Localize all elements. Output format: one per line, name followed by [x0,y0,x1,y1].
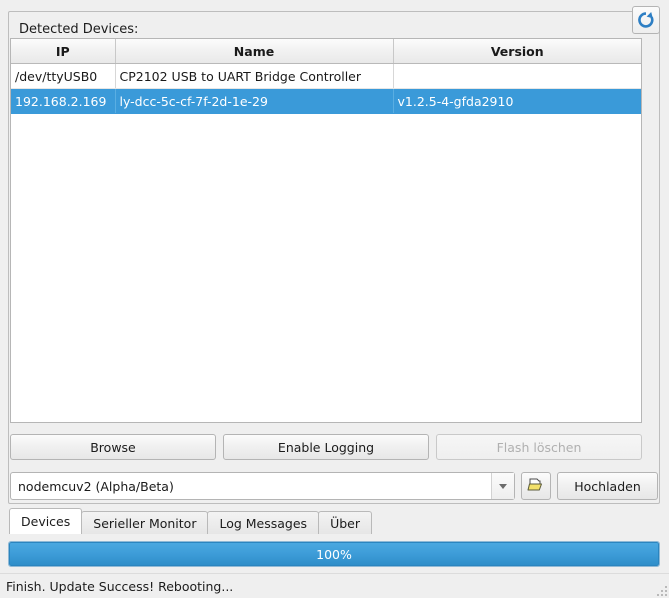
open-file-button[interactable] [521,472,551,500]
cell-version [393,63,641,89]
table-header-row: IP Name Version [11,39,641,64]
action-button-row: Browse Enable Logging Flash löschen [10,434,642,460]
column-header-version[interactable]: Version [393,39,641,64]
open-folder-icon [527,476,545,497]
browse-button[interactable]: Browse [10,434,216,460]
column-header-ip[interactable]: IP [11,39,116,64]
cell-ip: /dev/ttyUSB0 [11,63,116,89]
chevron-down-icon[interactable] [491,473,514,499]
tab-serieller-monitor[interactable]: Serieller Monitor [81,511,209,534]
cell-ip: 192.168.2.169 [11,88,116,114]
board-combobox-value: nodemcuv2 (Alpha/Beta) [18,478,174,494]
cell-version: v1.2.5-4-gfda2910 [393,88,641,114]
progress-bar-label: 100% [316,546,352,562]
progress-bar: 100% [8,541,660,567]
status-message: Finish. Update Success! Rebooting... [6,579,234,594]
devices-table[interactable]: IP Name Version /dev/ttyUSB0 CP2102 USB … [10,38,642,423]
tab-bar: Devices Serieller Monitor Log Messages Ü… [9,508,372,534]
table-row[interactable]: 192.168.2.169 ly-dcc-5c-cf-7f-2d-1e-29 v… [11,88,641,114]
tab-ueber[interactable]: Über [318,511,372,534]
table-row[interactable]: /dev/ttyUSB0 CP2102 USB to UART Bridge C… [11,63,641,89]
cell-name: CP2102 USB to UART Bridge Controller [115,63,394,89]
tab-devices[interactable]: Devices [9,508,83,534]
status-bar: Finish. Update Success! Rebooting... [0,573,669,598]
refresh-icon [637,11,655,29]
flash-erase-button: Flash löschen [436,434,642,460]
board-combobox[interactable]: nodemcuv2 (Alpha/Beta) [10,472,515,500]
cell-name: ly-dcc-5c-cf-7f-2d-1e-29 [115,88,394,114]
upload-button[interactable]: Hochladen [557,472,658,500]
detected-devices-label: Detected Devices: [19,22,139,37]
refresh-button[interactable] [632,6,660,34]
column-header-name[interactable]: Name [115,39,394,64]
enable-logging-button[interactable]: Enable Logging [223,434,429,460]
tab-log-messages[interactable]: Log Messages [207,511,320,534]
board-select-row: nodemcuv2 (Alpha/Beta) Hochladen [10,472,658,500]
resize-grip[interactable] [653,582,667,596]
